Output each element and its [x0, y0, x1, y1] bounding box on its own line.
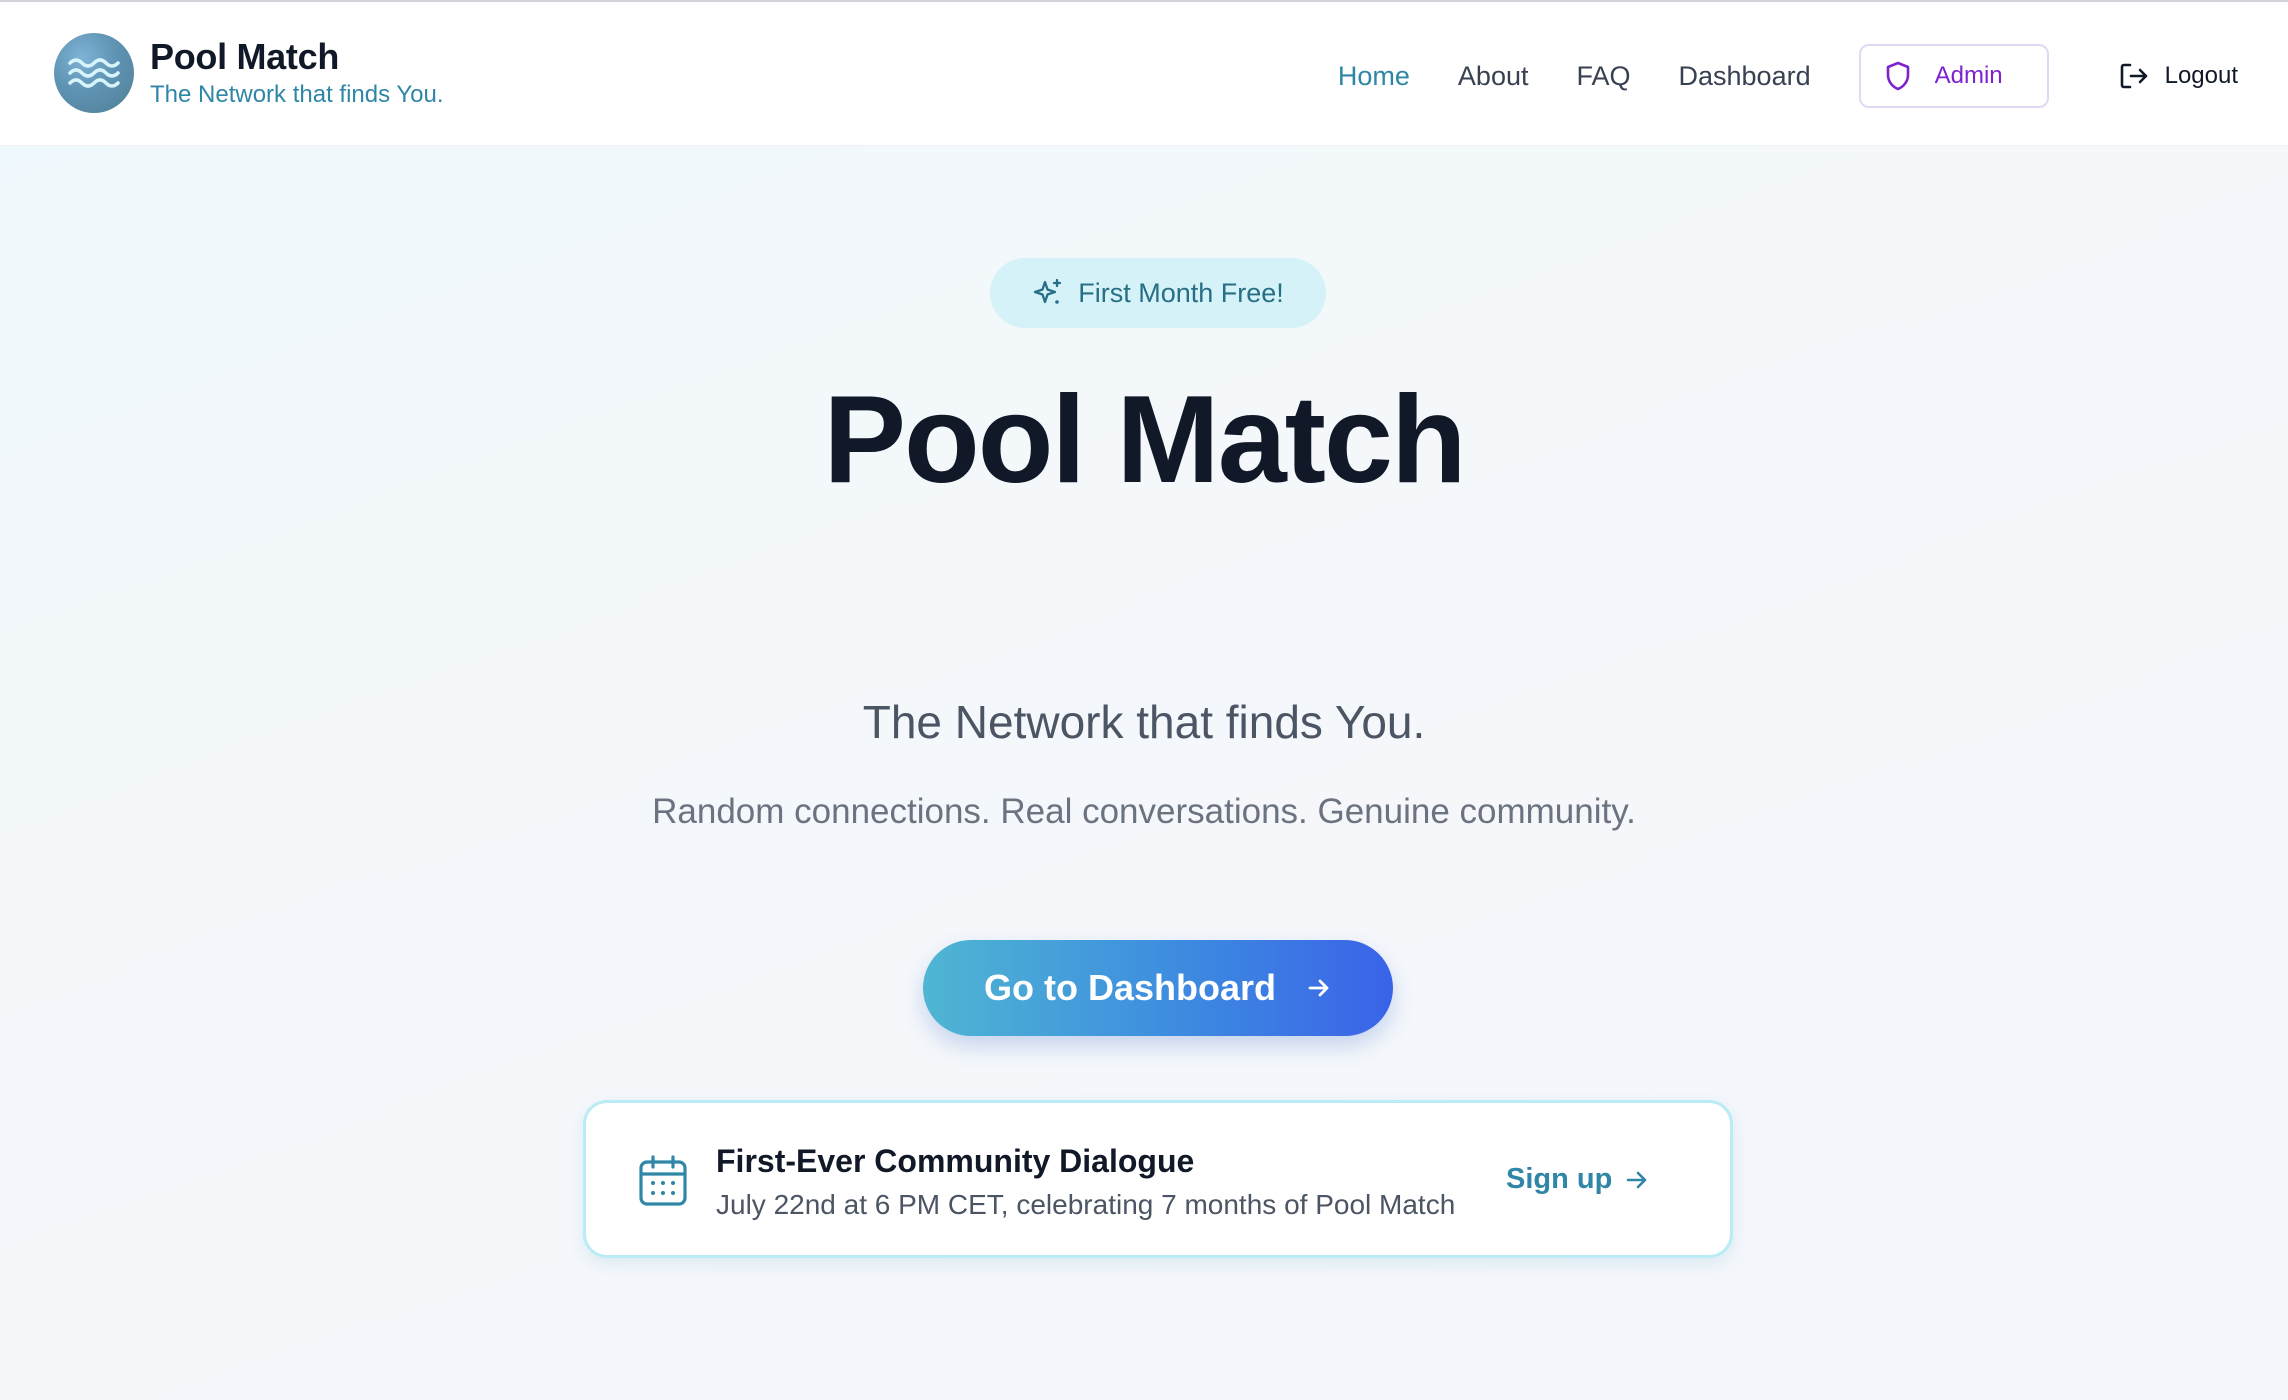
brand[interactable]: Pool Match The Network that finds You.	[54, 33, 444, 113]
admin-button[interactable]: Admin	[1858, 44, 2049, 108]
logout-button[interactable]: Logout	[2119, 62, 2238, 90]
hero-title: Pool Match	[823, 371, 1466, 509]
calendar-icon	[638, 1155, 688, 1212]
site-header: Pool Match The Network that finds You. H…	[0, 2, 2288, 146]
admin-label: Admin	[1934, 62, 2003, 89]
go-to-dashboard-button[interactable]: Go to Dashboard	[923, 940, 1393, 1036]
logout-icon	[2119, 62, 2149, 90]
sign-up-label: Sign up	[1506, 1163, 1613, 1195]
main-nav: Home About FAQ Dashboard Admin Logout	[1338, 44, 2238, 108]
nav-faq[interactable]: FAQ	[1576, 61, 1630, 92]
arrow-right-icon	[1306, 975, 1332, 1001]
hero-subtitle: The Network that finds You.	[862, 696, 1426, 748]
event-title: First-Ever Community Dialogue	[716, 1143, 1195, 1179]
shield-icon	[1885, 61, 1911, 91]
nav-about[interactable]: About	[1458, 61, 1529, 92]
promo-badge-label: First Month Free!	[1078, 277, 1284, 308]
event-detail: July 22nd at 6 PM CET, celebrating 7 mon…	[716, 1189, 1456, 1220]
waves-icon	[54, 33, 134, 113]
sign-up-link[interactable]: Sign up	[1506, 1163, 1650, 1196]
event-card: First-Ever Community Dialogue July 22nd …	[583, 1100, 1733, 1258]
sparkles-icon	[1032, 277, 1064, 309]
nav-home[interactable]: Home	[1338, 61, 1410, 92]
arrow-right-icon	[1624, 1167, 1650, 1193]
hero-description: Random connections. Real conversations. …	[652, 792, 1636, 831]
brand-tagline: The Network that finds You.	[150, 81, 444, 108]
nav-dashboard[interactable]: Dashboard	[1679, 61, 1811, 92]
logout-label: Logout	[2164, 62, 2238, 89]
promo-badge: First Month Free!	[990, 258, 1326, 328]
cta-label: Go to Dashboard	[983, 967, 1276, 1008]
brand-title: Pool Match	[150, 36, 340, 77]
